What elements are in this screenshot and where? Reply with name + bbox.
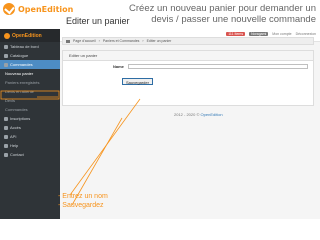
items-badge[interactable]: 111 Items: [226, 32, 246, 36]
sidebar-logo[interactable]: OpenEdition: [0, 29, 60, 42]
user-badge[interactable]: Noragami: [249, 32, 269, 36]
sidebar-item-api[interactable]: API: [0, 132, 60, 141]
key-icon: [4, 125, 8, 130]
sidebar-item-label: Tableau de bord: [10, 44, 39, 49]
sidebar-item-label: Commandes: [5, 107, 28, 112]
brand: OpenEdition: [3, 3, 73, 15]
cart-icon: [4, 62, 8, 67]
slide-header: OpenEdition Créez un nouveau panier pour…: [0, 0, 320, 28]
sidebar: OpenEdition Tableau de bord Catalogue Co…: [0, 29, 60, 219]
sidebar-item-label: Devis: [5, 98, 16, 103]
footer-link[interactable]: OpenEdition: [201, 112, 223, 117]
topbar-right: 111 Items Noragami Mon compte Déconnexio…: [226, 32, 316, 36]
logout-link[interactable]: Déconnexion: [296, 32, 316, 36]
instruction-line-2: devis / passer une nouvelle commande: [151, 14, 316, 25]
sidebar-logo-text: OpenEdition: [12, 32, 42, 39]
sidebar-item-label: Help: [10, 143, 19, 148]
sidebar-item-dashboard[interactable]: Tableau de bord: [0, 42, 60, 51]
footer: 2012 - 2020 © OpenEdition: [174, 112, 223, 117]
breadcrumb-home[interactable]: Page d'accueil: [73, 37, 96, 45]
panel-title: Editer un panier: [63, 51, 313, 61]
note-save: - Sauvegardez: [58, 202, 104, 209]
sidebar-item-label: Commandes: [10, 62, 33, 67]
note-enter-name: - Entrez un nom: [58, 193, 108, 200]
users-icon: [4, 116, 8, 121]
name-label: Name: [113, 64, 124, 69]
sidebar-subitem-paniers-enregistres[interactable]: Paniers enregistrés: [0, 78, 60, 87]
sidebar-subitem-nouveau-panier[interactable]: Nouveau panier: [0, 69, 60, 78]
breadcrumb-current: Editer un panier: [146, 39, 172, 43]
sidebar-item-commandes[interactable]: Commandes: [0, 60, 60, 69]
instruction-line-1: Créez un nouveau panier pour demander un: [129, 3, 316, 14]
sidebar-item-label: Paniers enregistrés: [5, 80, 40, 85]
api-icon: [4, 134, 8, 139]
sidebar-item-help[interactable]: Help: [0, 141, 60, 150]
brand-name: OpenEdition: [18, 4, 74, 14]
annotation-notes: - Entrez un nom - Sauvegardez: [58, 192, 108, 210]
page-title: Editer un panier: [66, 16, 130, 26]
help-icon: [4, 143, 8, 148]
breadcrumb-separator: ›: [142, 39, 144, 43]
home-icon: [66, 39, 70, 43]
sidebar-item-label: Devis en attente: [5, 89, 34, 94]
sidebar-item-label: Nouveau panier: [5, 71, 34, 76]
breadcrumb-orders[interactable]: Paniers et Commandes: [103, 37, 140, 45]
sidebar-item-contact[interactable]: Contact: [0, 150, 60, 159]
name-field-row: Name: [63, 64, 313, 70]
mail-icon: [4, 152, 8, 157]
footer-copyright: 2012 - 2020 ©: [174, 112, 200, 117]
sidebar-item-label: API: [10, 134, 17, 139]
openedition-logo-icon: [3, 3, 15, 15]
sidebar-item-inscriptions[interactable]: Inscriptions: [0, 114, 60, 123]
sidebar-item-acces[interactable]: Accès: [0, 123, 60, 132]
sidebar-item-label: Contact: [10, 152, 24, 157]
instruction-text: Créez un nouveau panier pour demander un…: [106, 3, 316, 25]
sidebar-subitem-commandes[interactable]: Commandes: [0, 105, 60, 114]
sidebar-item-catalogue[interactable]: Catalogue: [0, 51, 60, 60]
sidebar-item-label: Accès: [10, 125, 21, 130]
sidebar-subitem-devis[interactable]: Devis: [0, 96, 60, 105]
edit-cart-panel: Editer un panier Name Sauvegarder: [62, 50, 314, 106]
sidebar-subitem-devis-en-attente[interactable]: Devis en attente: [0, 87, 60, 96]
breadcrumb-separator: ›: [98, 39, 100, 43]
book-icon: [4, 53, 8, 58]
breadcrumb: Page d'accueil › Paniers et Commandes › …: [62, 37, 314, 45]
account-link[interactable]: Mon compte: [272, 32, 291, 36]
dashboard-icon: [4, 44, 8, 49]
save-button[interactable]: Sauvegarder: [122, 78, 153, 85]
logo-icon: [4, 32, 10, 39]
sidebar-item-label: Catalogue: [10, 53, 29, 58]
sidebar-item-label: Inscriptions: [10, 116, 31, 121]
name-input[interactable]: [128, 64, 308, 69]
